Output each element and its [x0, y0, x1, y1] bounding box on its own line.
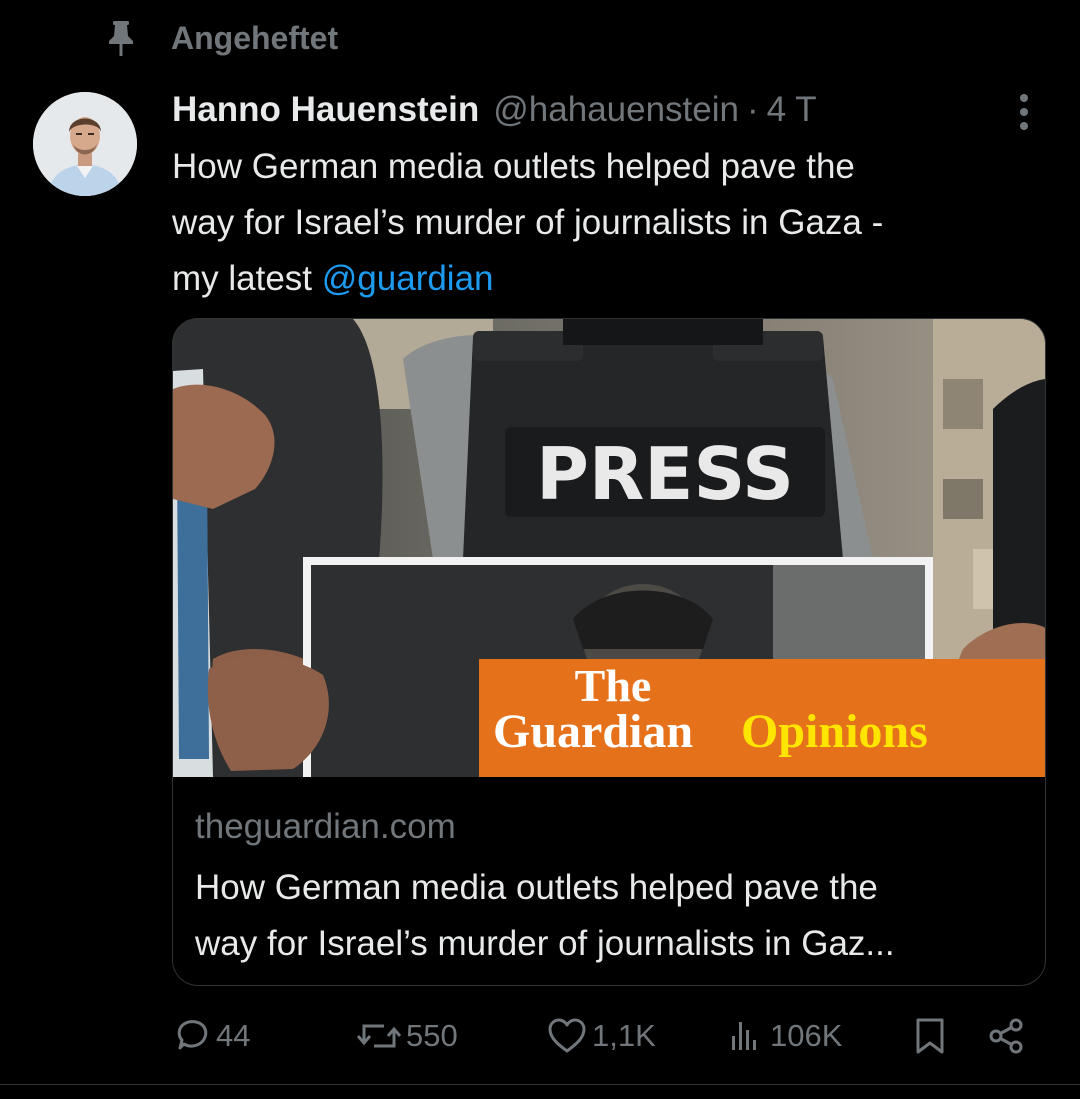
reply-button[interactable]: 44	[172, 1012, 250, 1060]
author-handle[interactable]: @hahauenstein	[493, 90, 739, 130]
reply-icon	[177, 1020, 208, 1050]
action-bar: 44 550 1,1K 106K	[172, 1012, 1032, 1060]
mention-link[interactable]: @guardian	[322, 259, 494, 298]
pinned-label: Angeheftet	[171, 19, 339, 56]
link-card[interactable]: PRESS The Guardian Opinions theguardian.…	[172, 318, 1046, 986]
press-patch-text: PRESS	[536, 432, 794, 516]
tweet-header: Hanno Hauenstein @hahauenstein · 4 T	[172, 84, 817, 136]
card-domain: theguardian.com	[195, 807, 456, 846]
avatar[interactable]	[33, 92, 137, 196]
pinned-indicator: Angeheftet	[104, 14, 338, 62]
card-title-line: way for Israel’s murder of journalists i…	[195, 924, 895, 963]
guardian-name-text: Guardian	[493, 705, 693, 758]
more-icon	[1020, 94, 1028, 130]
pin-icon	[104, 18, 138, 58]
views-count: 106K	[770, 1018, 843, 1053]
share-icon	[989, 1018, 1023, 1054]
views-icon	[732, 1022, 756, 1050]
more-button[interactable]	[1004, 90, 1044, 134]
tweet-text: How German media outlets helped pave the…	[172, 139, 1032, 307]
card-title: How German media outlets helped pave the…	[195, 860, 1025, 972]
like-button[interactable]: 1,1K	[546, 1012, 656, 1060]
guardian-the-text: The	[575, 660, 652, 711]
repost-count: 550	[406, 1018, 458, 1053]
repost-button[interactable]: 550	[356, 1012, 458, 1060]
reply-count: 44	[216, 1018, 251, 1053]
guardian-section-text: Opinions	[741, 705, 928, 758]
bookmark-button[interactable]	[912, 1012, 948, 1060]
card-image[interactable]: PRESS The Guardian Opinions	[173, 319, 1045, 777]
like-icon	[548, 1018, 586, 1053]
like-count: 1,1K	[592, 1018, 656, 1053]
views-button[interactable]: 106K	[726, 1012, 842, 1060]
bookmark-icon	[916, 1018, 944, 1054]
tweet-text-line: way for Israel’s murder of journalists i…	[172, 203, 884, 242]
tweet-text-line: my latest @guardian	[172, 251, 1032, 307]
timestamp[interactable]: 4 T	[767, 90, 817, 130]
share-button[interactable]	[986, 1012, 1026, 1060]
author-name[interactable]: Hanno Hauenstein	[172, 90, 479, 130]
card-title-line: How German media outlets helped pave the	[195, 868, 878, 907]
divider	[0, 1084, 1080, 1085]
dot-separator: ·	[746, 90, 759, 129]
tweet-text-line: How German media outlets helped pave the	[172, 147, 855, 186]
tweet-text-fragment: my latest	[172, 259, 322, 298]
repost-icon	[356, 1024, 402, 1048]
